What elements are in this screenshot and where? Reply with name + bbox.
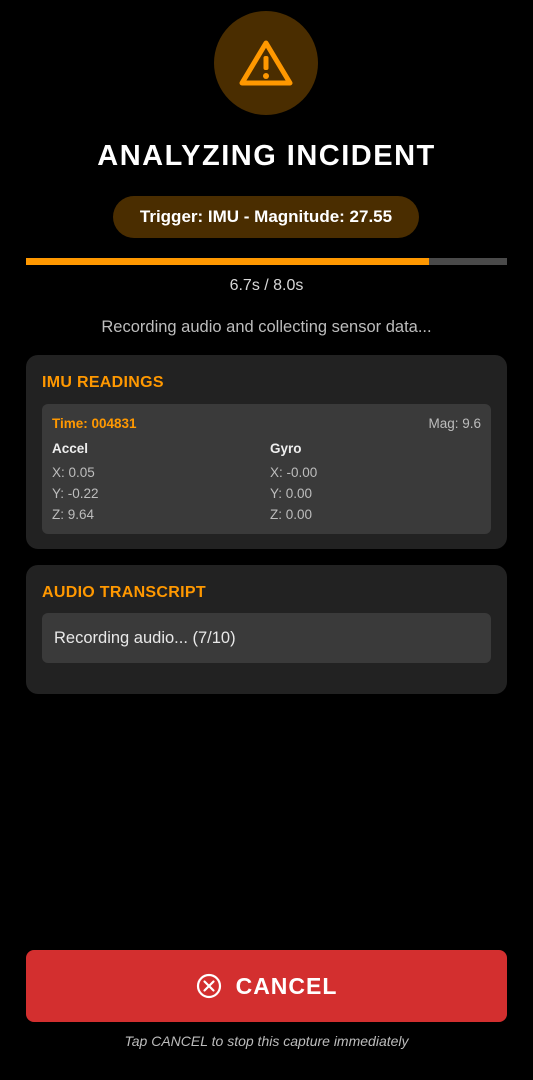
imu-readings-card: IMU READINGS Time: 004831 Mag: 9.6 Accel…: [26, 355, 507, 549]
close-circle-icon: [196, 973, 222, 999]
accel-label: Accel: [52, 441, 89, 456]
accel-z: Z: 9.64: [52, 507, 95, 522]
gyro-y: Y: 0.00: [270, 486, 313, 501]
cancel-button[interactable]: CANCEL: [26, 950, 507, 1022]
capture-progress-fill: [26, 258, 429, 265]
progress-time-text: 6.7s / 8.0s: [229, 277, 304, 294]
capture-status-text: Recording audio and collecting sensor da…: [101, 318, 432, 336]
incident-analysis-screen: ANALYZING INCIDENT Trigger: IMU - Magnit…: [0, 0, 533, 1080]
cancel-button-label: CANCEL: [235, 972, 338, 999]
accel-x: X: 0.05: [52, 465, 95, 480]
capture-progress-bar: [26, 258, 507, 265]
imu-magnitude: Mag: 9.6: [428, 416, 481, 431]
gyro-x: X: -0.00: [270, 465, 318, 480]
imu-card-title: IMU READINGS: [42, 374, 164, 391]
gyro-label: Gyro: [270, 441, 302, 456]
accel-y: Y: -0.22: [52, 486, 99, 501]
imu-readings-panel: Time: 004831 Mag: 9.6 Accel X: 0.05 Y: -…: [42, 404, 491, 534]
audio-card-title: AUDIO TRANSCRIPT: [42, 584, 206, 601]
gyro-column: Gyro X: -0.00 Y: 0.00 Z: 0.00: [270, 441, 317, 525]
warning-badge: [214, 11, 318, 115]
gyro-z: Z: 0.00: [270, 507, 313, 522]
cancel-hint-text: Tap CANCEL to stop this capture immediat…: [124, 1033, 409, 1049]
page-title: ANALYZING INCIDENT: [97, 140, 436, 172]
imu-timestamp: Time: 004831: [52, 416, 137, 431]
warning-triangle-icon: [239, 40, 293, 86]
audio-transcript-text: Recording audio... (7/10): [42, 613, 491, 663]
trigger-badge: Trigger: IMU - Magnitude: 27.55: [113, 196, 419, 238]
accel-column: Accel X: 0.05 Y: -0.22 Z: 9.64: [52, 441, 99, 525]
audio-transcript-card: AUDIO TRANSCRIPT Recording audio... (7/1…: [26, 565, 507, 694]
